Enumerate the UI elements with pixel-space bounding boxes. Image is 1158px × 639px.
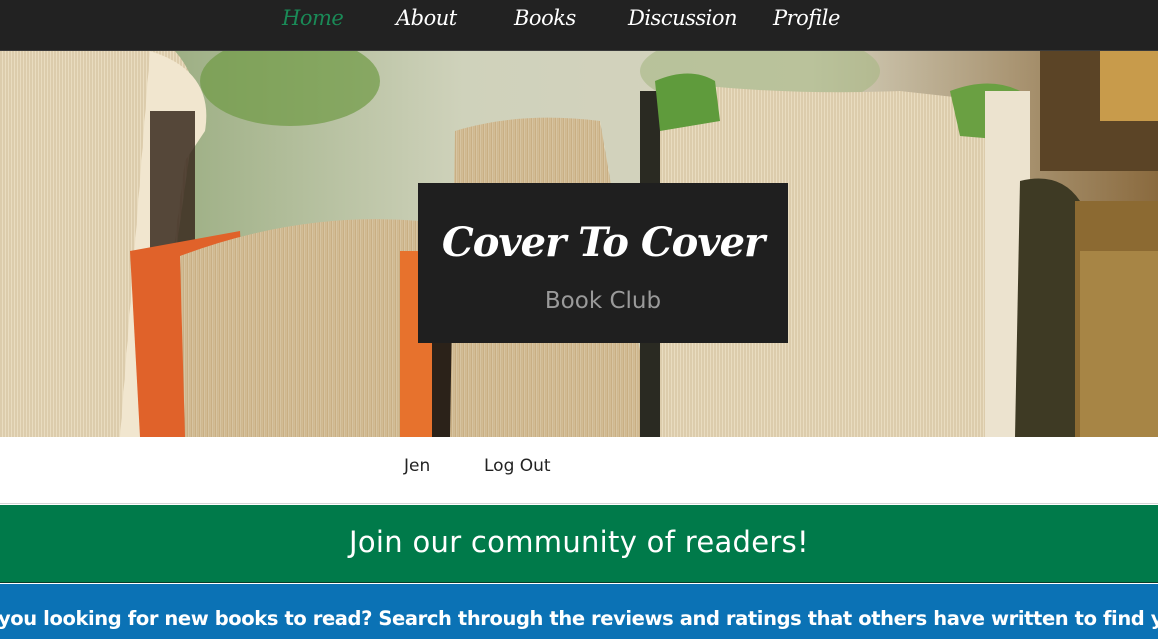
site-title-box: Cover To Cover Book Club xyxy=(418,183,788,343)
site-title: Cover To Cover xyxy=(441,219,765,266)
community-banner: Join our community of readers! xyxy=(0,505,1158,583)
user-bar: Jen Log Out xyxy=(0,437,1158,504)
user-name-link[interactable]: Jen xyxy=(404,456,430,476)
nav-about-link[interactable]: About xyxy=(396,6,457,36)
logout-link[interactable]: Log Out xyxy=(484,456,551,476)
nav-books-link[interactable]: Books xyxy=(514,6,576,36)
intro-strip: you looking for new books to read? Searc… xyxy=(0,584,1158,639)
nav-discussion-link[interactable]: Discussion xyxy=(628,6,738,36)
site-subtitle: Book Club xyxy=(544,288,662,314)
top-navigation: Home About Books Discussion Profile xyxy=(0,0,1158,51)
hero-section: Cover To Cover Book Club xyxy=(0,51,1158,437)
nav-home-link[interactable]: Home xyxy=(282,6,344,36)
nav-profile-link[interactable]: Profile xyxy=(773,6,840,36)
banner-heading: Join our community of readers! xyxy=(349,525,809,559)
intro-text: you looking for new books to read? Searc… xyxy=(0,607,1158,630)
